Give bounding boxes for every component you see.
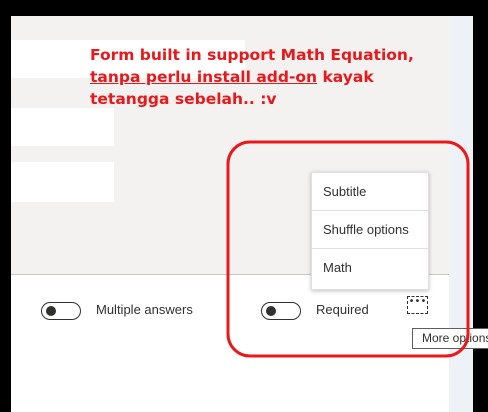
toggle-knob bbox=[266, 306, 276, 316]
more-options-button[interactable]: ••• bbox=[407, 296, 428, 314]
annotation-line-2: tanpa perlu install add-on kayak bbox=[90, 66, 435, 88]
multiple-answers-toggle[interactable] bbox=[41, 302, 81, 320]
more-options-tooltip: More options bbox=[412, 328, 488, 349]
red-annotation-text: Form built in support Math Equation, tan… bbox=[90, 44, 435, 110]
required-toggle[interactable] bbox=[261, 302, 301, 320]
window-frame-right bbox=[473, 0, 488, 412]
ellipsis-icon: ••• bbox=[408, 296, 427, 307]
required-label: Required bbox=[316, 302, 369, 317]
annotation-line-2-rest: kayak bbox=[317, 68, 374, 86]
menu-item-subtitle[interactable]: Subtitle bbox=[312, 173, 428, 211]
window-frame-top bbox=[0, 0, 488, 16]
menu-item-math[interactable]: Math bbox=[312, 249, 428, 287]
annotation-line-1: Form built in support Math Equation, bbox=[90, 46, 414, 64]
menu-item-shuffle-options[interactable]: Shuffle options bbox=[312, 211, 428, 249]
option-field-1[interactable] bbox=[11, 108, 114, 146]
annotation-underlined: tanpa perlu install add-on bbox=[90, 68, 318, 86]
more-options-menu: Subtitle Shuffle options Math bbox=[311, 172, 429, 290]
option-field-2[interactable] bbox=[11, 162, 114, 202]
toggle-knob bbox=[46, 306, 56, 316]
page-background-strip bbox=[449, 16, 473, 412]
multiple-answers-label: Multiple answers bbox=[96, 302, 193, 317]
window-frame-left bbox=[0, 0, 11, 412]
annotation-line-3: tetangga sebelah.. :v bbox=[90, 90, 277, 108]
